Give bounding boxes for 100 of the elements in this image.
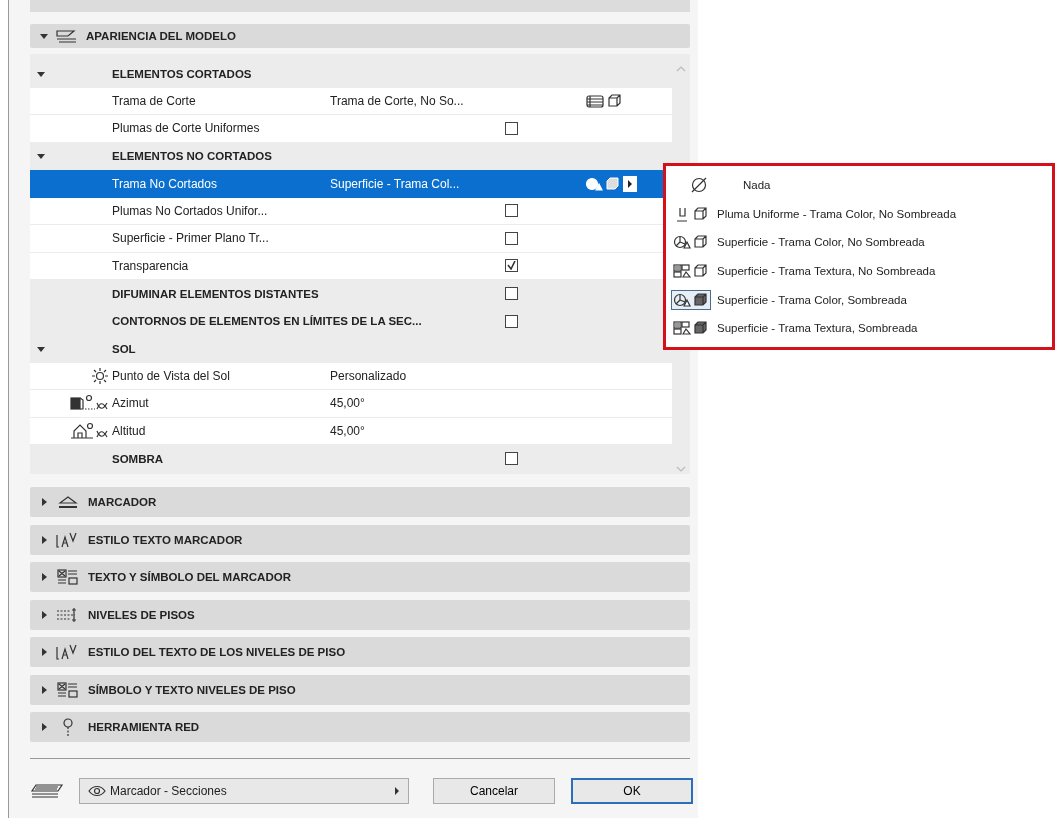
expand-arrow-icon[interactable] [40,535,48,544]
texture-icon [673,320,691,337]
symbol-text-icon [55,568,81,586]
property-name: Trama de Corte [112,93,197,108]
section-title: ESTILO DEL TEXTO DE LOS NIVELES DE PISO [88,646,346,658]
property-name: Altitud [112,423,147,438]
property-value: 45,00° [330,396,365,411]
symbol-text-icon [55,680,81,699]
section-header[interactable]: TEXTO Y SÍMBOLO DEL MARCADOR [30,562,690,592]
section-header[interactable]: SÍMBOLO Y TEXTO NIVELES DE PISO [30,674,690,705]
texture-icon [673,263,691,280]
menu-item[interactable]: Nada [671,171,1052,200]
cut-fill-icon [585,92,605,109]
property-value: Superficie - Trama Col... [330,176,460,191]
expand-arrow-icon[interactable] [40,498,48,506]
section-header[interactable]: MARCADOR [30,487,690,517]
section-header[interactable]: NIVELES DE PISOS [30,599,690,630]
property-name: Punto de Vista del Sol [112,368,231,383]
property-name: Superficie - Primer Plano Tr... [112,231,270,246]
cancel-button[interactable]: Cancelar [433,778,555,804]
section-title: SÍMBOLO Y TEXTO NIVELES DE PISO [88,683,296,696]
property-row[interactable]: Trama de Corte Trama de Corte, No So... [30,87,672,115]
caret-icon [627,179,633,188]
checkbox[interactable] [505,452,518,466]
group-title: SOL [112,342,137,355]
property-name: Azimut [112,396,150,411]
expand-arrow-icon[interactable] [40,685,48,694]
property-row[interactable]: Azimut 45,00° [30,390,672,418]
property-row[interactable]: SOL [30,335,672,363]
altitude-icon [69,421,109,440]
property-value: Personalizado [330,368,407,383]
color-fill-icon [673,291,691,308]
property-name: Plumas No Cortados Unifor... [112,203,269,218]
layers-icon [30,782,64,800]
menu-button[interactable] [623,175,637,192]
section-title: ESTILO TEXTO MARCADOR [88,533,243,546]
menu-item[interactable]: Superficie - Trama Color, No Sombreada [671,228,1052,257]
group-title: ELEMENTOS CORTADOS [112,67,253,80]
property-row[interactable]: Punto de Vista del Sol Personalizado [30,362,672,390]
section-header[interactable]: ESTILO TEXTO MARCADOR [30,524,690,555]
section-title: MARCADOR [88,496,157,508]
color-fill-icon [585,175,603,192]
cube-icon [693,234,709,251]
collapse-arrow-icon[interactable] [37,69,45,78]
property-name: DIFUMINAR ELEMENTOS DISTANTES [112,287,319,300]
property-row[interactable]: ELEMENTOS NO CORTADOS [30,142,672,170]
section-title: NIVELES DE PISOS [88,608,195,621]
checkbox[interactable] [505,121,518,135]
checkbox[interactable] [505,204,518,218]
property-name: Trama No Cortados [112,176,218,191]
expand-arrow-icon[interactable] [40,610,48,619]
menu-item[interactable]: Superficie - Trama Textura, No Sombreada [671,256,1052,286]
property-name: Plumas de Corte Uniformes [112,121,261,136]
shaded-cube-icon [693,320,709,337]
property-name: CONTORNOS DE ELEMENTOS EN LÍMITES DE LA SEC... [112,315,422,328]
sun-icon [91,366,109,385]
section-header[interactable]: HERRAMIENTA RED [30,712,690,742]
color-fill-icon [673,234,691,251]
collapse-arrow-icon[interactable] [37,152,45,161]
menu-item[interactable]: Pluma Uniforme - Trama Color, No Sombreada [671,199,1052,229]
shaded-cube-icon [693,291,709,308]
checkbox[interactable] [505,231,518,245]
menu-item[interactable]: Superficie - Trama Textura, Sombreada [671,313,1052,343]
cube-icon [693,205,709,222]
eye-icon [88,785,106,797]
expand-arrow-icon[interactable] [40,723,48,731]
caret-icon [394,787,400,795]
property-row[interactable]: Plumas de Corte Uniformes [30,115,672,143]
ok-button[interactable]: OK [571,778,693,804]
collapse-arrow-icon[interactable] [37,344,45,353]
favorites-dropdown[interactable]: Marcador - Secciones [79,778,409,804]
checkbox[interactable] [505,314,518,328]
section-header[interactable]: ESTILO DEL TEXTO DE LOS NIVELES DE PISO [30,637,690,667]
property-name: Transparencia [112,258,190,273]
expand-arrow-icon[interactable] [40,648,48,656]
property-row[interactable]: Altitud 45,00° [30,417,672,445]
checkbox[interactable] [505,259,518,273]
checkbox[interactable] [505,287,518,301]
property-row[interactable]: CONTORNOS DE ELEMENTOS EN LÍMITES DE LA SEC... [30,307,672,335]
shaded-cube-icon [605,175,621,192]
collapse-arrow-icon[interactable] [40,32,48,40]
property-row[interactable]: DIFUMINAR ELEMENTOS DISTANTES [30,280,672,308]
group-title: ELEMENTOS NO CORTADOS [112,150,273,163]
property-value: Trama de Corte, No So... [330,93,464,108]
azimuth-icon [69,394,109,413]
section-title: HERRAMIENTA RED [88,721,200,733]
scroll-up-icon [676,66,686,72]
cube-icon [693,263,709,280]
section-title: TEXTO Y SÍMBOLO DEL MARCADOR [88,571,291,583]
cube-icon [607,92,623,109]
marker-icon [55,494,81,510]
property-name: SOMBRA [112,452,164,465]
expand-arrow-icon[interactable] [40,573,48,581]
property-row[interactable]: SOMBRA [30,445,672,473]
section-header[interactable]: APARIENCIA DEL MODELO [30,24,690,48]
property-row[interactable]: ELEMENTOS CORTADOS [30,60,672,88]
check-mark-icon [507,261,516,271]
scroll-down-icon [676,466,686,472]
property-value: 45,00° [330,423,365,438]
menu-item[interactable]: Superficie - Trama Color, Sombreada [671,285,1052,314]
